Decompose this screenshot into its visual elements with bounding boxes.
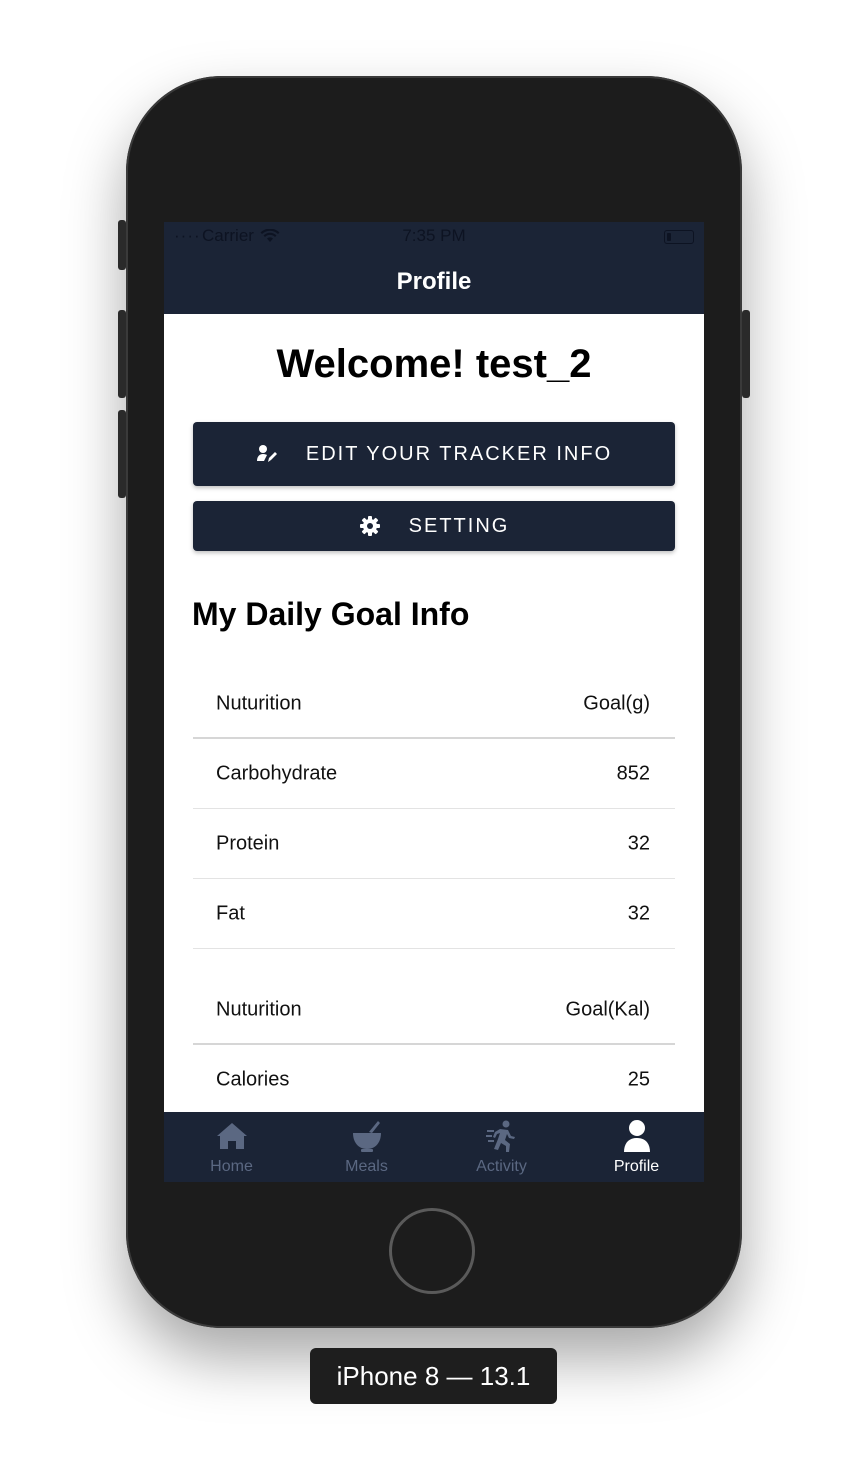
tab-activity-label: Activity bbox=[476, 1158, 527, 1175]
nutrient-name: Carbohydrate bbox=[216, 762, 338, 784]
table-row: Protein 32 bbox=[193, 809, 675, 879]
nutrient-name: Calories bbox=[216, 1068, 290, 1090]
tab-home-label: Home bbox=[210, 1158, 253, 1175]
tab-meals-label: Meals bbox=[345, 1158, 388, 1175]
column-header-nutrition: Nuturition bbox=[216, 998, 302, 1020]
bottom-tab-bar: Home Meals Activity Profile bbox=[164, 1112, 704, 1182]
table-header-row: Nuturition Goal(g) bbox=[193, 670, 675, 739]
tab-profile[interactable]: Profile bbox=[569, 1112, 704, 1182]
running-icon bbox=[485, 1118, 518, 1154]
welcome-heading: Welcome! test_2 bbox=[276, 342, 592, 386]
table-row: Carbohydrate 852 bbox=[193, 739, 675, 809]
user-icon bbox=[622, 1118, 652, 1154]
nutrient-goal: 852 bbox=[616, 762, 650, 784]
bowl-icon bbox=[351, 1118, 383, 1154]
volume-down-button bbox=[118, 410, 126, 498]
volume-up-button bbox=[118, 310, 126, 398]
home-icon bbox=[215, 1118, 249, 1154]
calories-goal-table: Nuturition Goal(Kal) Calories 25 bbox=[193, 976, 675, 1114]
column-header-nutrition: Nuturition bbox=[216, 692, 302, 714]
tab-home[interactable]: Home bbox=[164, 1112, 299, 1182]
power-button bbox=[742, 310, 750, 398]
nutrition-goal-table: Nuturition Goal(g) Carbohydrate 852 Prot… bbox=[193, 670, 675, 949]
tab-activity[interactable]: Activity bbox=[434, 1112, 569, 1182]
gear-icon bbox=[359, 515, 381, 537]
status-time: 7:35 PM bbox=[402, 226, 466, 245]
column-header-goal: Goal(Kal) bbox=[565, 998, 650, 1020]
edit-tracker-info-label: EDIT YOUR TRACKER INFO bbox=[305, 442, 613, 465]
nutrient-goal: 32 bbox=[627, 902, 650, 924]
profile-content: Welcome! test_2 EDIT YOUR TRACKER INFO S… bbox=[164, 314, 704, 1112]
table-row: Calories 25 bbox=[193, 1045, 675, 1114]
edit-tracker-info-button[interactable]: EDIT YOUR TRACKER INFO bbox=[193, 422, 675, 486]
table-row: Fat 32 bbox=[193, 879, 675, 949]
status-bar: ···· Carrier 7:35 PM bbox=[164, 222, 704, 250]
table-header-row: Nuturition Goal(Kal) bbox=[193, 976, 675, 1045]
home-button[interactable] bbox=[389, 1208, 475, 1294]
section-title: My Daily Goal Info bbox=[192, 596, 470, 632]
tab-meals[interactable]: Meals bbox=[299, 1112, 434, 1182]
setting-label: SETTING bbox=[408, 514, 510, 537]
battery-icon bbox=[664, 230, 694, 244]
nutrient-goal: 25 bbox=[627, 1068, 650, 1090]
app-screen: ···· Carrier 7:35 PM Profile Welcome! te… bbox=[164, 222, 704, 1182]
nutrient-goal: 32 bbox=[627, 832, 650, 854]
nutrient-name: Protein bbox=[216, 832, 280, 854]
column-header-goal: Goal(g) bbox=[583, 692, 650, 714]
nav-header: Profile bbox=[164, 250, 704, 314]
nutrient-name: Fat bbox=[216, 902, 245, 924]
user-edit-icon bbox=[256, 443, 278, 465]
setting-button[interactable]: SETTING bbox=[193, 501, 675, 551]
mute-switch bbox=[118, 220, 126, 270]
tab-profile-label: Profile bbox=[613, 1158, 660, 1175]
simulator-label: iPhone 8 — 13.1 bbox=[310, 1348, 557, 1404]
page-title: Profile bbox=[396, 268, 472, 295]
